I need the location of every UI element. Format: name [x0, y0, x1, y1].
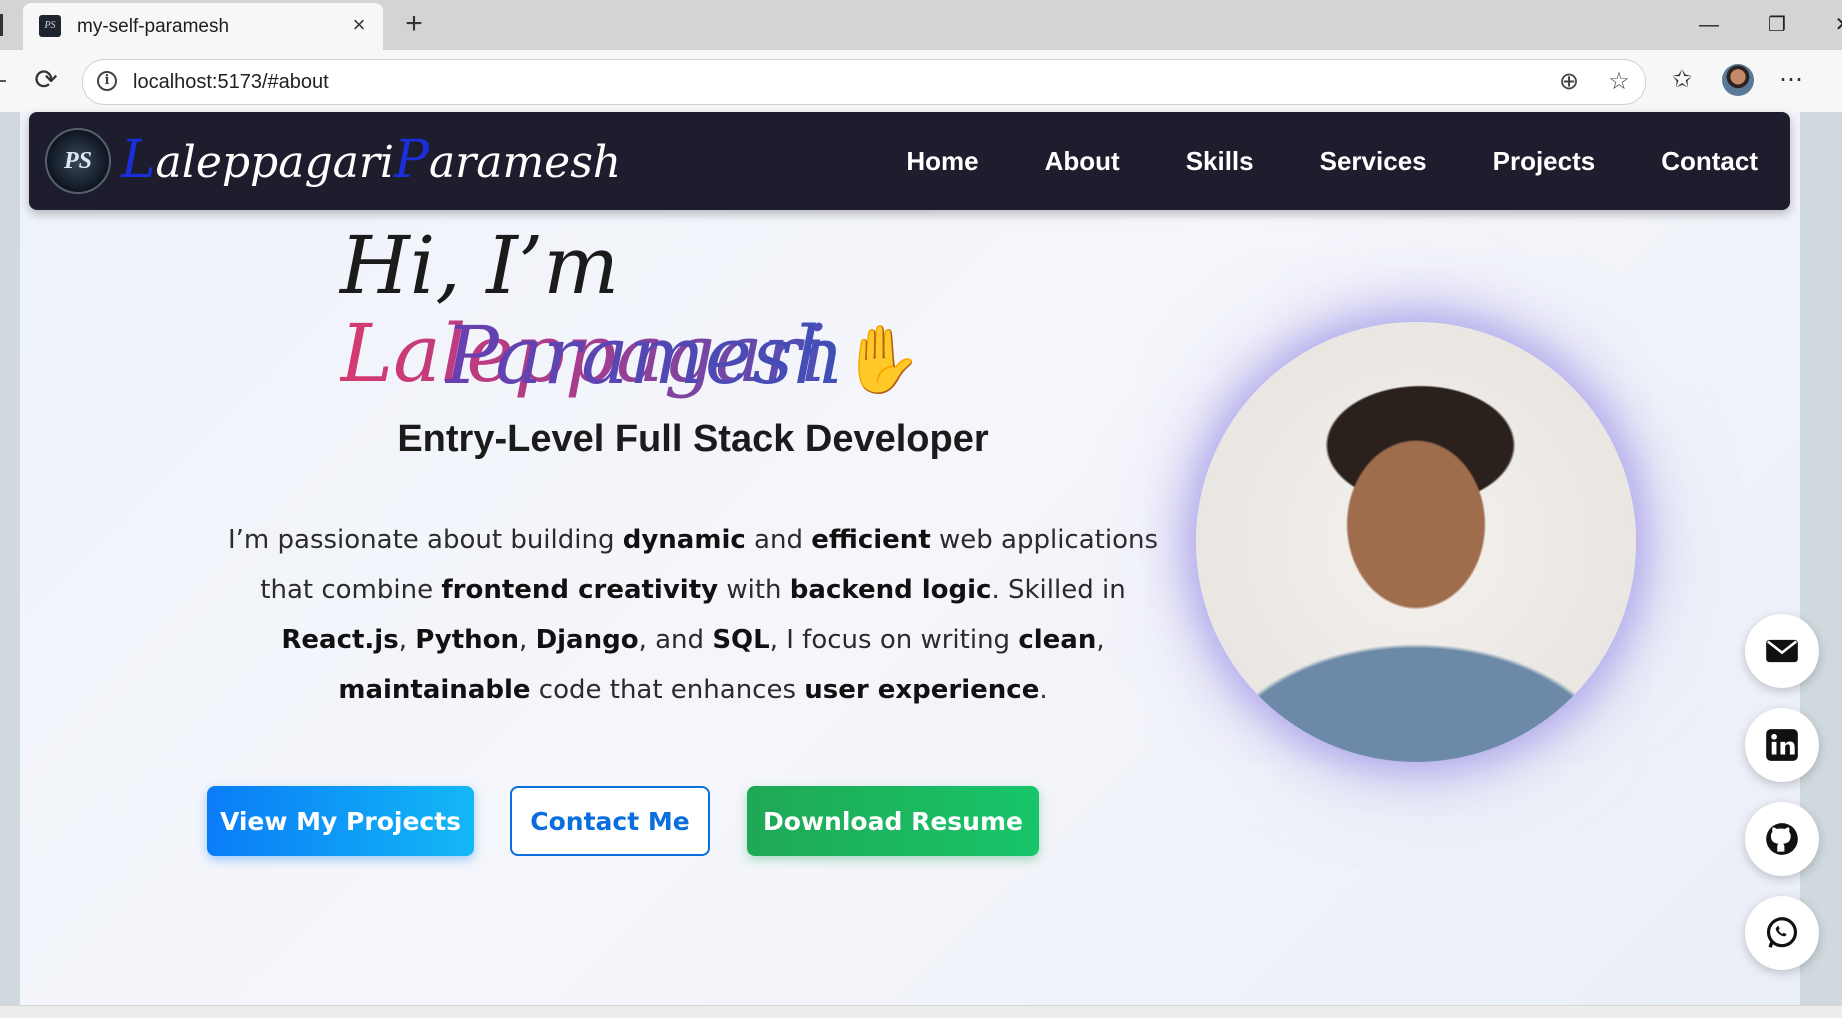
linkedin-button[interactable] [1745, 708, 1819, 782]
address-bar[interactable]: i localhost:5173/#about ⊕ ☆ [82, 59, 1646, 105]
favorites-icon[interactable]: ✩ [1666, 64, 1698, 96]
brand-rest-first: aleppagari [155, 137, 394, 188]
favicon-icon: PS [39, 15, 61, 37]
reload-icon[interactable]: ⟳ [30, 64, 62, 96]
greeting-prefix: Hi, I’m [340, 219, 620, 312]
hero-role: Entry-Level Full Stack Developer [397, 418, 989, 460]
site-navbar: PS LaleppagariParamesh Home About Skills… [29, 112, 1790, 210]
tab-title: my-self-paramesh [77, 16, 230, 37]
hero-last-name: Paramesh [445, 309, 845, 402]
email-icon [1766, 639, 1798, 663]
bottom-edge [0, 1005, 1842, 1018]
contact-me-button[interactable]: Contact Me [510, 786, 710, 856]
nav-link-projects[interactable]: Projects [1493, 146, 1596, 177]
minimize-icon[interactable]: — [1694, 10, 1724, 40]
nav-link-about[interactable]: About [1045, 146, 1120, 177]
window-close-icon[interactable]: ✕ [1828, 10, 1842, 40]
browser-tabstrip: PS my-self-paramesh × + — ❐ ✕ [0, 0, 1842, 50]
logo-badge[interactable]: PS [45, 128, 111, 194]
site-info-icon[interactable]: i [97, 71, 117, 91]
more-menu-icon[interactable]: ⋯ [1775, 64, 1807, 96]
email-button[interactable] [1745, 614, 1819, 688]
profile-photo [1196, 322, 1636, 762]
new-tab-icon[interactable]: + [400, 8, 428, 40]
zoom-icon[interactable]: ⊕ [1555, 68, 1583, 96]
github-icon [1766, 823, 1798, 855]
brand-initial-first: L [121, 130, 156, 190]
tab-edge [0, 14, 3, 36]
favorite-star-icon[interactable]: ☆ [1605, 68, 1633, 96]
nav-link-home[interactable]: Home [906, 146, 978, 177]
brand-name[interactable]: LaleppagariParamesh [121, 130, 621, 190]
brand-initial-last: P [393, 130, 429, 190]
whatsapp-icon [1766, 917, 1798, 948]
hero-description: I’m passionate about building dynamic an… [227, 525, 1159, 705]
browser-toolbar: ⟳ i localhost:5173/#about ⊕ ☆ ✩ ⋯ [0, 50, 1842, 113]
profile-avatar[interactable] [1722, 64, 1754, 96]
waving-hand-icon: ✋ [840, 321, 924, 398]
github-button[interactable] [1745, 802, 1819, 876]
hero-last-name-line: Paramesh [445, 312, 1045, 400]
back-icon[interactable] [0, 80, 6, 82]
restore-icon[interactable]: ❐ [1762, 10, 1792, 40]
tab-close-icon[interactable]: × [347, 13, 371, 37]
url-text[interactable]: localhost:5173/#about [133, 71, 329, 94]
whatsapp-button[interactable] [1745, 896, 1819, 970]
nav-link-contact[interactable]: Contact [1661, 146, 1758, 177]
brand-rest-last: aramesh [428, 137, 622, 188]
nav-links: Home About Skills Services Projects Cont… [840, 112, 1758, 210]
browser-tab-active[interactable]: PS my-self-paramesh × [23, 3, 383, 50]
nav-link-skills[interactable]: Skills [1186, 146, 1254, 177]
linkedin-icon [1766, 729, 1798, 761]
view-projects-button[interactable]: View My Projects [207, 786, 474, 856]
nav-link-services[interactable]: Services [1320, 146, 1427, 177]
download-resume-button[interactable]: Download Resume [747, 786, 1039, 856]
